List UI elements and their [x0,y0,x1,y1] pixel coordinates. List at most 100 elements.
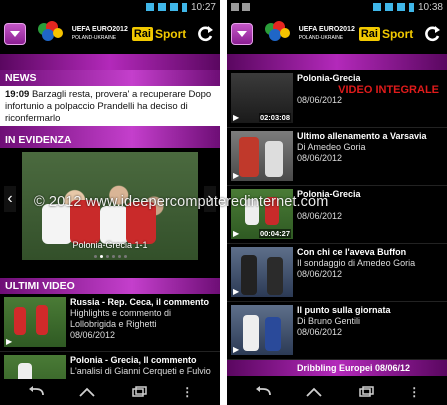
video-subtitle: Highlights e commento di Lollobrigida e … [70,308,172,329]
video-title: Russia - Rep. Ceca, il commento [70,297,210,307]
back-icon[interactable] [27,386,45,398]
navigation-bar: ⋮ [227,379,447,405]
play-icon: ▶ [233,113,240,122]
app-logo: UEFA EURO2012 POLAND-UKRAINE Rai Sport [34,19,187,49]
status-time: 10:27 [190,1,216,13]
signal-icon [396,3,405,11]
refresh-icon [198,26,213,42]
euro-title: UEFA EURO2012 [71,26,128,33]
raisport-logo: Rai Sport [358,27,414,41]
rai-box: Rai [358,27,380,41]
rai-sport-text: Sport [381,27,414,41]
euro-subtitle: POLAND-UKRAINE [71,35,117,41]
video-title: Ultimo allenamento a Varsavia [297,131,427,141]
image-icon [242,3,250,11]
video-title: Dribbling Europei 08/06/12 [297,363,411,373]
app-logo: UEFA EURO2012 POLAND-UKRAINE Rai Sport [261,19,414,49]
video-title: Polonia-Grecia [297,189,361,199]
list-item[interactable]: ▶ Il punto sulla giornata Di Bruno Genti… [227,302,447,360]
highlight-carousel[interactable]: Polonia-Grecia 1-1 [22,152,198,260]
video-subtitle: Il sondaggio di Amedeo Goria [297,258,416,268]
wifi-icon [384,3,393,11]
news-item[interactable]: 19:09 Barzagli resta, provera' a recuper… [0,86,220,126]
play-icon: ▶ [233,171,240,180]
play-icon: ▶ [233,287,240,296]
news-time: 19:09 [5,89,30,100]
latest-videos-header: ULTIMI VIDEO [0,278,220,294]
bluetooth-icon [372,3,381,11]
video-subtitle: Di Amedeo Goria [297,142,366,152]
navigation-bar: ⋮ [0,379,220,405]
news-header: NEWS [0,70,220,86]
video-date: 08/06/2012 [70,330,116,340]
phone-screen-left: 10:27 UEFA EURO2012 POLAND-UKRAINE Rai S… [0,0,220,405]
phone-screen-right: 10:38 UEFA EURO2012 POLAND-UKRAINE Rai S… [227,0,447,405]
menu-button[interactable] [4,23,26,45]
battery-icon [181,2,187,12]
chevron-right-icon: › [207,190,213,207]
status-bar: 10:38 [227,0,447,14]
play-icon: ▶ [6,337,13,346]
home-icon[interactable] [305,386,323,398]
video-subtitle: Di Bruno Gentili [297,316,361,326]
video-duration: 02:03:08 [258,113,291,122]
play-icon: ▶ [233,345,240,354]
app-bar: UEFA EURO2012 POLAND-UKRAINE Rai Sport [227,14,447,54]
signal-icon [169,3,178,11]
recent-apps-icon[interactable] [357,386,375,398]
bluetooth-icon [145,3,154,11]
news-text: Barzagli resta, provera' a recuperare Do… [5,89,212,124]
list-item[interactable]: ▶ 02:03:08 Polonia-Grecia 08/06/2012 [227,70,447,128]
video-thumbnail: ▶ [231,247,293,297]
app-bar: UEFA EURO2012 POLAND-UKRAINE Rai Sport [0,14,220,54]
list-item[interactable]: ▶ Russia - Rep. Ceca, il commento Highli… [0,294,220,352]
video-integrale-label: VIDEO INTEGRALE [338,84,439,96]
highlight-header: IN EVIDENZA [0,132,220,148]
video-date: 08/06/2012 [297,153,343,163]
video-title: Polonia-Grecia [297,73,361,83]
carousel-dots [22,255,198,258]
rai-sport-text: Sport [154,27,187,41]
video-title: Con chi ce l'aveva Buffon [297,247,407,257]
list-item[interactable]: ▶ Con chi ce l'aveva Buffon Il sondaggio… [227,244,447,302]
notification-icon [231,3,239,11]
video-title: Il punto sulla giornata [297,305,391,315]
refresh-button[interactable] [194,23,216,45]
carousel-caption: Polonia-Grecia 1-1 [72,240,148,250]
euro2012-logo [261,19,295,49]
video-thumbnail: ▶ 02:03:08 [231,73,293,123]
list-item[interactable]: Dribbling Europei 08/06/12 [227,360,447,376]
carousel-prev-button[interactable]: ‹ [4,186,16,212]
list-item[interactable]: ▶ 00:04:27 Polonia-Grecia 08/06/2012 [227,186,447,244]
carousel-next-button[interactable]: › [204,186,216,212]
euro2012-logo [34,19,68,49]
status-time: 10:38 [417,1,443,13]
overflow-menu-icon[interactable]: ⋮ [408,385,420,399]
video-thumbnail: ▶ [4,297,66,347]
status-bar: 10:27 [0,0,220,14]
overflow-menu-icon[interactable]: ⋮ [181,385,193,399]
menu-icon [237,31,247,37]
raisport-logo: Rai Sport [131,27,187,41]
menu-icon [10,31,20,37]
video-date: 08/06/2012 [297,211,343,221]
recent-apps-icon[interactable] [130,386,148,398]
menu-button[interactable] [231,23,253,45]
battery-icon [408,2,414,12]
video-date: 08/06/2012 [297,95,343,105]
refresh-button[interactable] [421,23,443,45]
play-icon: ▶ [233,229,240,238]
list-item[interactable]: ▶ Ultimo allenamento a Varsavia Di Amede… [227,128,447,186]
video-thumbnail: ▶ [231,305,293,355]
back-icon[interactable] [254,386,272,398]
home-icon[interactable] [78,386,96,398]
video-duration: 00:04:27 [258,229,291,238]
video-thumbnail: ▶ 00:04:27 [231,189,293,239]
video-subtitle: L'analisi di Gianni Cerqueti e Fulvio [70,366,211,376]
video-title: Polonia - Grecia, Il commento [70,355,197,365]
refresh-icon [425,26,440,42]
video-thumbnail: ▶ [231,131,293,181]
wifi-icon [157,3,166,11]
video-date: 08/06/2012 [297,327,343,337]
euro-subtitle: POLAND-UKRAINE [298,35,344,41]
